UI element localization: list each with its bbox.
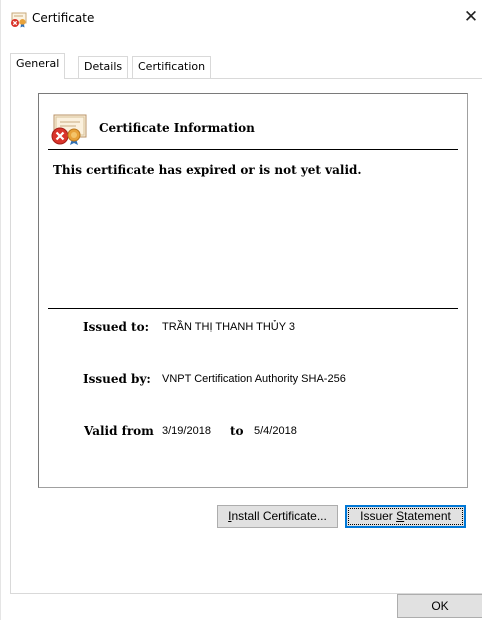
focus-ring [348, 508, 463, 525]
issuer-statement-button[interactable]: Issuer Statement [345, 505, 466, 528]
divider [48, 308, 458, 309]
tab-details[interactable]: Details [78, 56, 129, 78]
install-certificate-button[interactable]: Install Certificate... [217, 505, 338, 528]
certificate-error-icon [50, 114, 88, 146]
valid-from-value: 3/19/2018 [162, 425, 211, 437]
valid-from-label: Valid from [84, 424, 154, 438]
title-bar: Certificate ✕ [1, 0, 482, 32]
button-label: nstall Certificate... [231, 509, 327, 523]
issued-by-value: VNPT Certification Authority SHA-256 [162, 373, 346, 385]
certificate-error-icon [10, 12, 28, 28]
tab-certification-path[interactable]: Certification Path [132, 56, 212, 93]
window-title: Certificate [32, 11, 95, 25]
close-icon: ✕ [463, 7, 479, 27]
issued-by-label: Issued by: [83, 372, 151, 386]
issued-to-label: Issued to: [83, 320, 150, 334]
validity-warning: This certificate has expired or is not y… [53, 163, 362, 177]
tab-general[interactable]: General [10, 53, 66, 79]
issued-to-value: TRẦN THỊ THANH THỦY 3 [162, 321, 296, 333]
certificate-dialog: Certificate ✕ General Details Certificat… [0, 0, 482, 620]
valid-to-value: 5/4/2018 [254, 425, 297, 437]
ok-button[interactable]: OK [397, 594, 482, 618]
divider [48, 149, 458, 150]
close-button[interactable]: ✕ [459, 4, 482, 30]
certificate-info-heading: Certificate Information [99, 121, 255, 135]
valid-to-label: to [230, 424, 244, 438]
